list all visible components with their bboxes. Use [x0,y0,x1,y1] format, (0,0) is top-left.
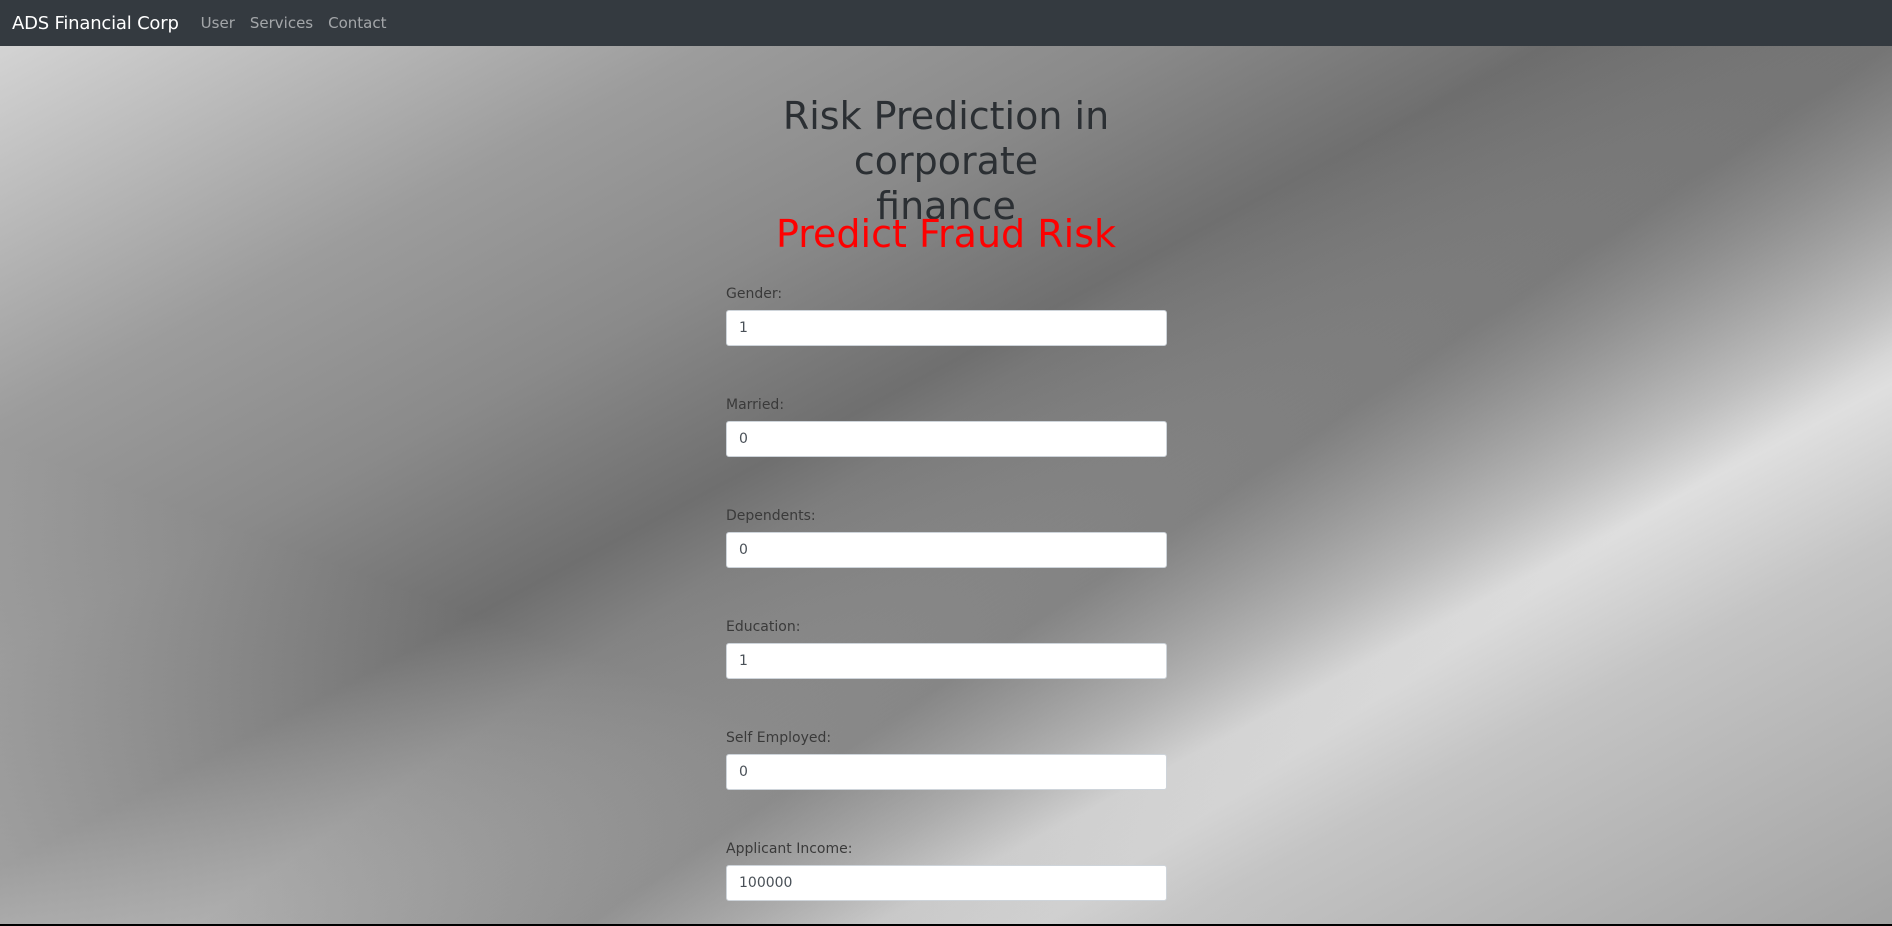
form-field-applicant-income: Applicant Income: [726,841,1167,924]
married-input[interactable] [726,421,1167,457]
form-field-dependents: Dependents: [726,508,1167,619]
page-subtitle: Predict Fraud Risk [775,212,1116,256]
top-navbar: ADS Financial Corp User Services Contact [0,0,1892,46]
form-field-gender: Gender: [726,286,1167,397]
gender-label: Gender: [726,286,783,302]
form-field-married: Married: [726,397,1167,508]
form-field-education: Education: [726,619,1167,730]
fraud-risk-form: Gender: Married: Dependents: Education: … [726,286,1167,924]
education-input[interactable] [726,643,1167,679]
page-title-text: Risk Prediction in corporate finance [782,94,1110,228]
page-title: Risk Prediction in corporate finance [0,94,1892,229]
applicant-income-label: Applicant Income: [726,841,853,857]
applicant-income-input[interactable] [726,865,1167,901]
gender-input[interactable] [726,310,1167,346]
page-background: ADS Financial Corp User Services Contact… [0,0,1892,924]
navbar-brand[interactable]: ADS Financial Corp [12,13,179,34]
dependents-input[interactable] [726,532,1167,568]
nav-link-user[interactable]: User [201,14,235,32]
dependents-label: Dependents: [726,508,816,524]
education-label: Education: [726,619,801,635]
form-field-self-employed: Self Employed: [726,730,1167,841]
self-employed-label: Self Employed: [726,730,832,746]
nav-link-services[interactable]: Services [250,14,313,32]
nav-link-contact[interactable]: Contact [328,14,386,32]
married-label: Married: [726,397,785,413]
self-employed-input[interactable] [726,754,1167,790]
